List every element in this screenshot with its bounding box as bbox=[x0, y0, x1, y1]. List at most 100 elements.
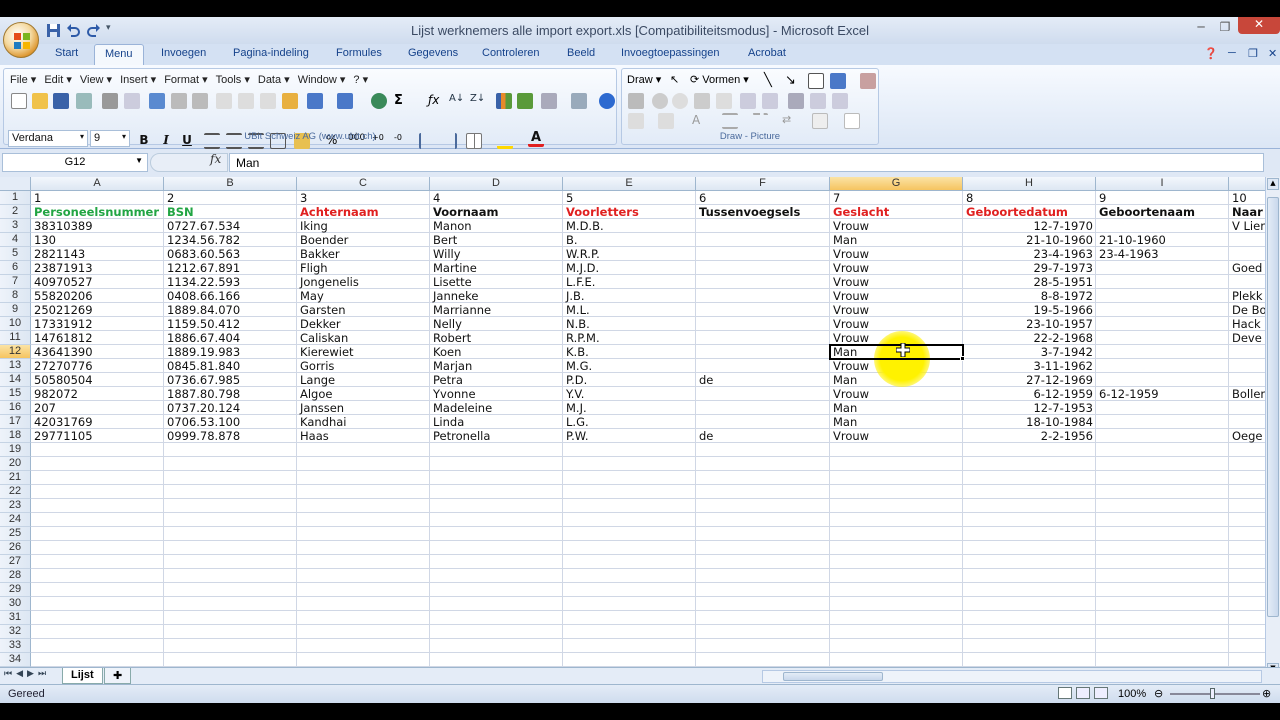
cell[interactable] bbox=[696, 401, 830, 415]
cell[interactable]: 29771105 bbox=[31, 429, 164, 443]
cell[interactable] bbox=[1096, 429, 1229, 443]
row-header[interactable]: 22 bbox=[0, 485, 31, 499]
column-header[interactable] bbox=[1229, 177, 1265, 191]
cell[interactable]: Manon bbox=[430, 219, 563, 233]
cell[interactable]: May bbox=[297, 289, 430, 303]
ribbon-minimize-icon[interactable]: ─ bbox=[1228, 47, 1236, 59]
menu-tools[interactable]: Tools ▾ bbox=[216, 73, 250, 86]
vertical-scroll-thumb[interactable] bbox=[1267, 197, 1279, 617]
cell[interactable]: Janneke bbox=[430, 289, 563, 303]
row-header[interactable]: 5 bbox=[0, 247, 31, 261]
cell[interactable] bbox=[1096, 359, 1229, 373]
cell[interactable]: 18-10-1984 bbox=[963, 415, 1096, 429]
row-header[interactable]: 11 bbox=[0, 331, 31, 345]
cell[interactable]: 4 bbox=[430, 191, 563, 205]
menu-help[interactable]: ? ▾ bbox=[353, 73, 368, 86]
cell[interactable]: Bert bbox=[430, 233, 563, 247]
autoshapes-menu[interactable]: ⟳ Vormen ▾ bbox=[690, 73, 749, 86]
cell[interactable]: 3-11-1962 bbox=[963, 359, 1096, 373]
formula-input[interactable]: Man bbox=[229, 153, 1264, 172]
tab-invoegen[interactable]: Invoegen bbox=[161, 47, 206, 59]
cell[interactable]: 28-5-1951 bbox=[963, 275, 1096, 289]
cell[interactable]: Marjan bbox=[430, 359, 563, 373]
open-icon[interactable] bbox=[32, 93, 48, 109]
cell[interactable]: Vrouw bbox=[830, 359, 963, 373]
row-header[interactable]: 2 bbox=[0, 205, 31, 219]
minimize-icon[interactable]: ─ bbox=[1188, 20, 1214, 34]
cell[interactable]: 207 bbox=[31, 401, 164, 415]
compress-icon[interactable] bbox=[810, 93, 826, 109]
sort-asc-icon[interactable]: A↓ bbox=[449, 93, 465, 109]
more-contrast-icon[interactable] bbox=[652, 93, 668, 109]
arrow-icon[interactable]: ↘ bbox=[785, 73, 801, 89]
cell[interactable]: 40970527 bbox=[31, 275, 164, 289]
cell[interactable]: Vrouw bbox=[830, 429, 963, 443]
tab-invoegtoepassingen[interactable]: Invoegtoepassingen bbox=[621, 47, 719, 59]
select-all-corner[interactable] bbox=[0, 177, 31, 191]
row-header[interactable]: 28 bbox=[0, 569, 31, 583]
insert-function-icon[interactable]: fx bbox=[210, 152, 221, 166]
cell[interactable] bbox=[696, 359, 830, 373]
cell[interactable]: 6-12-1959 bbox=[963, 387, 1096, 401]
cell[interactable] bbox=[696, 261, 830, 275]
header-cell[interactable]: Voornaam bbox=[430, 205, 563, 219]
column-header[interactable]: E bbox=[563, 177, 696, 191]
header-cell[interactable]: Voorletters bbox=[563, 205, 696, 219]
cell[interactable]: De Bo bbox=[1229, 303, 1265, 317]
menu-insert[interactable]: Insert ▾ bbox=[120, 73, 156, 86]
cell[interactable]: 1889.84.070 bbox=[164, 303, 297, 317]
row-header[interactable]: 23 bbox=[0, 499, 31, 513]
row-header[interactable]: 24 bbox=[0, 513, 31, 527]
cell[interactable]: 17331912 bbox=[31, 317, 164, 331]
row-header[interactable]: 32 bbox=[0, 625, 31, 639]
name-box[interactable]: G12 ▼ bbox=[2, 153, 148, 172]
3d-style-icon[interactable] bbox=[844, 113, 860, 129]
cell[interactable]: Lange bbox=[297, 373, 430, 387]
row-header[interactable]: 9 bbox=[0, 303, 31, 317]
cell[interactable]: de bbox=[696, 429, 830, 443]
cell[interactable]: 21-10-1960 bbox=[963, 233, 1096, 247]
cell[interactable]: 23-4-1963 bbox=[963, 247, 1096, 261]
column-header[interactable]: B bbox=[164, 177, 297, 191]
row-header[interactable]: 8 bbox=[0, 289, 31, 303]
cell[interactable]: 6 bbox=[696, 191, 830, 205]
row-header[interactable]: 3 bbox=[0, 219, 31, 233]
row-header[interactable]: 30 bbox=[0, 597, 31, 611]
cell[interactable]: 21-10-1960 bbox=[1096, 233, 1229, 247]
cell[interactable]: Vrouw bbox=[830, 303, 963, 317]
horizontal-scroll-thumb[interactable] bbox=[783, 672, 883, 681]
cell[interactable]: P.D. bbox=[563, 373, 696, 387]
cell[interactable]: 982072 bbox=[31, 387, 164, 401]
cell[interactable]: Petronella bbox=[430, 429, 563, 443]
cell[interactable]: 1887.80.798 bbox=[164, 387, 297, 401]
restore-icon[interactable]: ❐ bbox=[1212, 20, 1238, 34]
line-color-icon[interactable] bbox=[658, 113, 674, 129]
cell[interactable]: Vrouw bbox=[830, 247, 963, 261]
page-break-view-icon[interactable] bbox=[1094, 687, 1108, 699]
cell[interactable]: Koen bbox=[430, 345, 563, 359]
cell[interactable] bbox=[1229, 345, 1265, 359]
more-brightness-icon[interactable] bbox=[694, 93, 710, 109]
cell[interactable]: Yvonne bbox=[430, 387, 563, 401]
column-header[interactable]: F bbox=[696, 177, 830, 191]
permission-icon[interactable] bbox=[76, 93, 92, 109]
draw-menu[interactable]: Draw ▾ bbox=[627, 73, 661, 86]
zoom-level[interactable]: 100% bbox=[1118, 688, 1146, 700]
chart-wizard-icon[interactable] bbox=[496, 93, 512, 109]
row-header[interactable]: 20 bbox=[0, 457, 31, 471]
cell[interactable]: 23871913 bbox=[31, 261, 164, 275]
row-header[interactable]: 18 bbox=[0, 429, 31, 443]
row-header[interactable]: 34 bbox=[0, 653, 31, 667]
column-header[interactable]: I bbox=[1096, 177, 1229, 191]
cell[interactable]: L.G. bbox=[563, 415, 696, 429]
cell[interactable]: K.B. bbox=[563, 345, 696, 359]
header-cell[interactable]: BSN bbox=[164, 205, 297, 219]
cell[interactable]: 0737.20.124 bbox=[164, 401, 297, 415]
cell[interactable]: 3 bbox=[297, 191, 430, 205]
cell[interactable]: de bbox=[696, 373, 830, 387]
paste-icon[interactable] bbox=[238, 93, 254, 109]
cell[interactable] bbox=[1229, 401, 1265, 415]
function-icon[interactable]: ƒx bbox=[428, 93, 444, 109]
cell[interactable]: 0727.67.534 bbox=[164, 219, 297, 233]
cell[interactable]: 14761812 bbox=[31, 331, 164, 345]
